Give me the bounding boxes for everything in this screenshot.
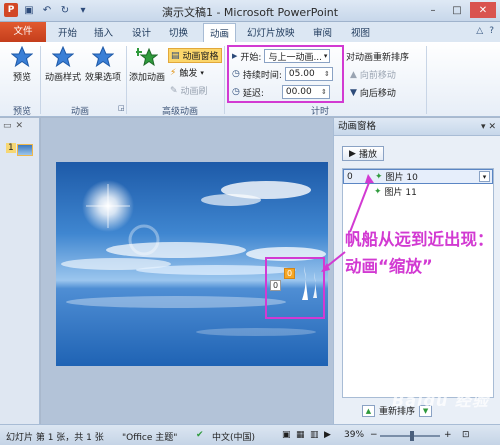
annotation-arrows (321, 174, 374, 272)
zoom-slider[interactable] (380, 431, 440, 441)
slide-counter: 幻灯片 第 1 张，共 1 张 (6, 433, 104, 443)
status-bar: 幻灯片 第 1 张，共 1 张 "Office 主题" ✔ 中文(中国) ▣ ▦… (0, 424, 500, 445)
zoom-slider-knob[interactable] (410, 431, 414, 441)
annotation-text: 帆船从远到近出现：动画“缩放” (345, 230, 494, 276)
spellcheck-icon[interactable]: ✔ (196, 430, 204, 440)
sorter-view-icon[interactable]: ▦ (296, 430, 305, 440)
fit-window-icon[interactable]: ⊡ (462, 430, 470, 440)
reading-view-icon[interactable]: ▥ (310, 430, 319, 440)
slideshow-view-icon[interactable]: ▶ (324, 430, 331, 440)
zoom-level[interactable]: 39% (344, 430, 364, 440)
language[interactable]: 中文(中国) (212, 430, 255, 443)
zoom-out-icon[interactable]: − (370, 430, 378, 440)
watermark: Baidu 经验 (392, 391, 489, 410)
theme-name[interactable]: "Office 主题" (122, 430, 177, 443)
normal-view-icon[interactable]: ▣ (282, 430, 291, 440)
zoom-in-icon[interactable]: + (444, 430, 452, 440)
